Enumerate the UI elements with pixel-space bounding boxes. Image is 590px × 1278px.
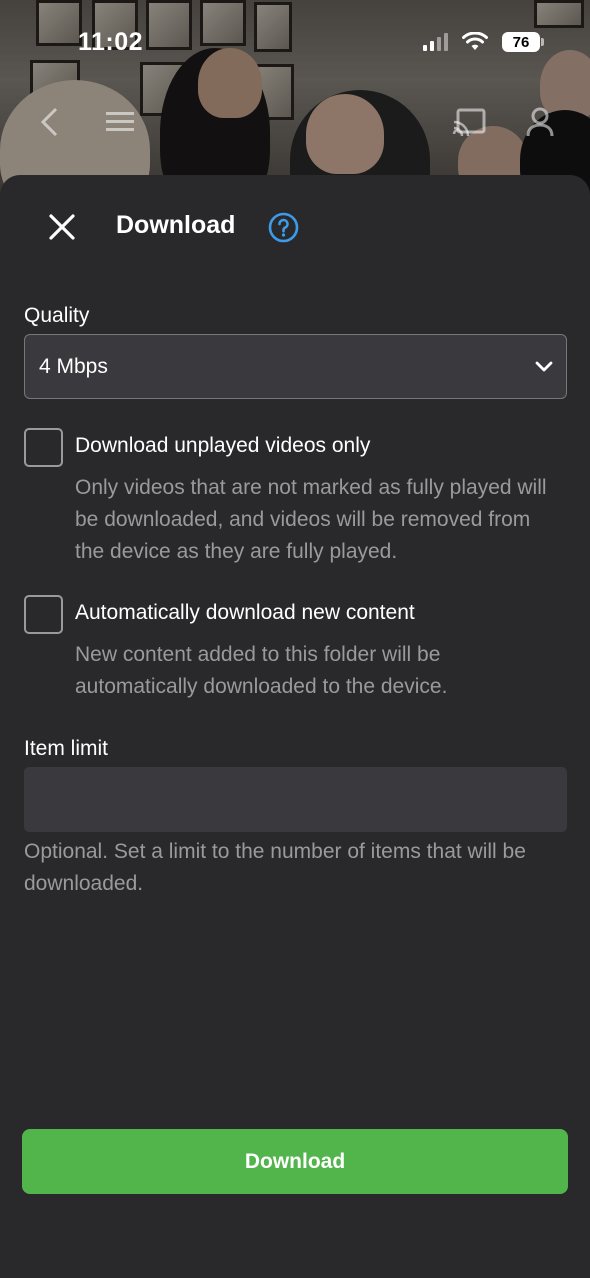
- help-circle-icon[interactable]: [268, 212, 299, 243]
- close-icon[interactable]: [44, 209, 80, 245]
- status-indicators: 76: [423, 32, 544, 52]
- battery-icon: 76: [502, 32, 544, 52]
- item-limit-helper: Optional. Set a limit to the number of i…: [24, 840, 526, 895]
- back-arrow-icon[interactable]: [38, 106, 60, 138]
- sheet-title: Download: [116, 211, 236, 239]
- quality-selected-value: 4 Mbps: [39, 355, 108, 378]
- unplayed-only-label[interactable]: Download unplayed videos only: [75, 434, 370, 458]
- quality-label: Quality: [24, 304, 90, 327]
- auto-download-label[interactable]: Automatically download new content: [75, 601, 415, 625]
- download-button[interactable]: Download: [22, 1129, 568, 1194]
- quality-select[interactable]: 4 Mbps: [24, 334, 567, 399]
- item-limit-input[interactable]: [24, 767, 567, 832]
- auto-download-description: New content added to this folder will be…: [75, 643, 448, 698]
- download-sheet: Download Quality 4 Mbps Download unplaye…: [0, 175, 590, 1278]
- cast-icon[interactable]: [452, 108, 486, 136]
- user-icon[interactable]: [526, 106, 554, 138]
- menu-icon[interactable]: [106, 110, 134, 134]
- status-time: 11:02: [78, 28, 144, 56]
- cellular-signal-icon: [423, 33, 448, 51]
- unplayed-only-description: Only videos that are not marked as fully…: [75, 476, 547, 563]
- unplayed-only-checkbox[interactable]: [24, 428, 63, 467]
- auto-download-checkbox[interactable]: [24, 595, 63, 634]
- chevron-down-icon: [535, 361, 553, 372]
- item-limit-label: Item limit: [24, 737, 108, 760]
- wifi-icon: [462, 32, 488, 50]
